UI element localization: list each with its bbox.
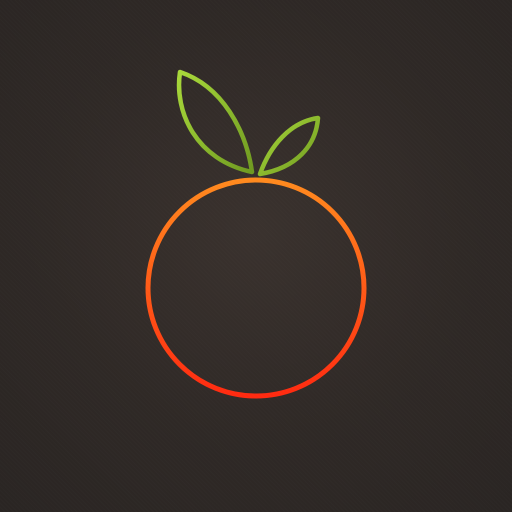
app-icon-canvas bbox=[0, 0, 512, 512]
orange-fruit-outline-icon bbox=[145, 69, 367, 399]
leaf-left-icon bbox=[176, 69, 255, 175]
leaf-right-icon bbox=[257, 115, 321, 177]
fruit-outline bbox=[145, 177, 367, 399]
